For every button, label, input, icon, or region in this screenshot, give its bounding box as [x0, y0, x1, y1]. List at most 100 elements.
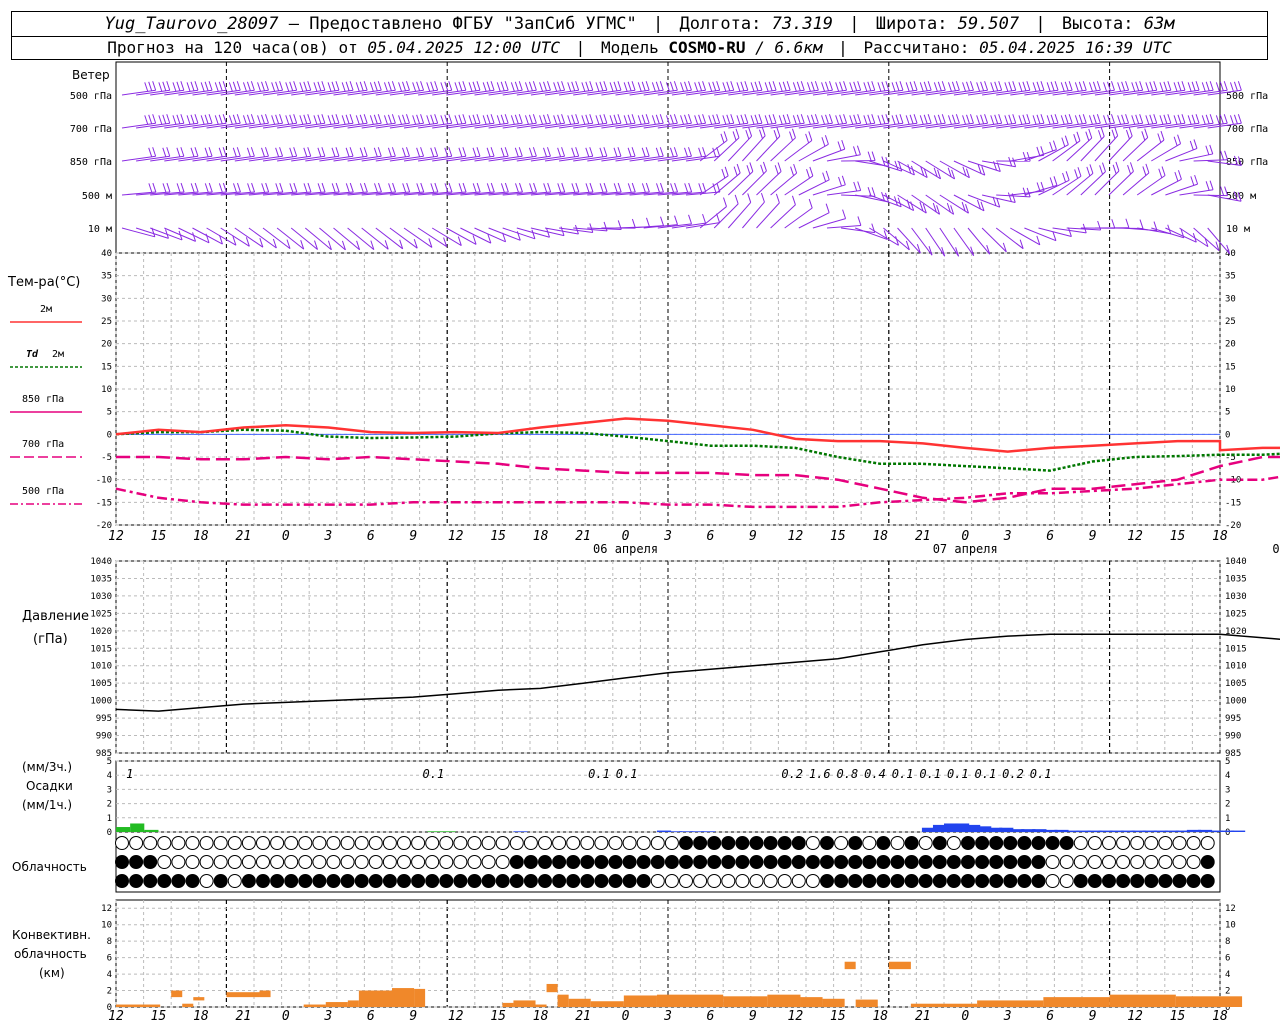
- wind-feather: [721, 168, 726, 179]
- wind-feather: [984, 81, 989, 91]
- wind-feather: [303, 147, 308, 157]
- wind-feather: [825, 203, 830, 213]
- wind-feather: [242, 82, 247, 92]
- wind-feather: [176, 147, 181, 157]
- convective-bar: [767, 994, 801, 1007]
- cloud-symbol: [989, 874, 1004, 888]
- cloud-symbol: [298, 855, 313, 869]
- wind-feather: [673, 81, 678, 91]
- convective-bar: [513, 1000, 536, 1007]
- cloud-symbol: [735, 855, 750, 869]
- wind-feather: [645, 182, 650, 193]
- wind-feather: [764, 115, 769, 125]
- panel-frame-prec: [115, 760, 1221, 833]
- cloud-symbol: [453, 874, 468, 888]
- wind-feather: [1088, 82, 1093, 92]
- cloud-symbol: [749, 836, 764, 850]
- wind-feather: [736, 82, 741, 92]
- cloud-symbol: [481, 874, 496, 888]
- cloud-symbol: [227, 874, 242, 888]
- cloud-symbol: [425, 874, 440, 888]
- temp-xtick: 6: [707, 529, 715, 544]
- wind-feather: [514, 114, 519, 124]
- wind-feather: [762, 161, 767, 172]
- wind-feather: [264, 81, 269, 91]
- wind-feather: [1004, 115, 1009, 125]
- wind-feather: [1167, 114, 1172, 124]
- wind-feather: [1177, 134, 1182, 144]
- wind-feather: [476, 147, 481, 157]
- wind-feather: [148, 114, 153, 124]
- wind-feather: [627, 81, 632, 91]
- cloud-symbol: [284, 874, 299, 888]
- wind-barb: [262, 227, 291, 250]
- wind-feather: [251, 182, 256, 193]
- wind-feather: [791, 128, 796, 138]
- wind-feather: [702, 81, 707, 91]
- legend-text-t700: 700 гПа: [22, 439, 64, 450]
- wind-feather: [955, 81, 960, 91]
- wind-feather: [1194, 174, 1199, 185]
- wind-feather: [966, 114, 970, 124]
- wind-feather: [980, 114, 985, 124]
- wind-feather: [744, 81, 749, 91]
- wind-feather: [293, 114, 298, 124]
- wind-feather: [895, 81, 900, 91]
- wind-feather: [631, 182, 636, 193]
- wind-feather: [1064, 81, 1069, 91]
- wind-feather: [369, 115, 374, 125]
- cloud-symbol: [932, 855, 947, 869]
- wind-feather: [805, 133, 810, 144]
- cloud-symbol: [622, 874, 637, 888]
- wind-feather: [194, 81, 199, 91]
- cloud-symbol: [368, 874, 383, 888]
- wind-feather: [750, 115, 755, 125]
- wind-feather: [976, 115, 981, 125]
- temp-xtick: 9: [409, 529, 417, 544]
- cloud-symbol: [397, 855, 411, 869]
- wind-feather: [236, 114, 241, 124]
- wind-feather: [388, 183, 393, 193]
- cloud-symbol: [876, 855, 891, 869]
- cloud-symbol: [439, 874, 454, 888]
- wind-feather: [172, 115, 177, 125]
- cloud-symbol: [538, 836, 552, 850]
- wind-feather: [190, 114, 195, 124]
- wind-feather: [951, 114, 956, 124]
- wind-feather: [951, 81, 956, 91]
- wind-feather: [1040, 81, 1045, 91]
- wind-feather: [673, 147, 678, 157]
- wind-feather: [1008, 81, 1013, 91]
- wind-feather: [524, 115, 529, 125]
- wind-feather: [734, 194, 739, 205]
- cloud-symbol: [1031, 836, 1046, 850]
- wind-feather: [317, 81, 322, 91]
- wind-feather: [430, 183, 435, 193]
- convective-bar: [546, 983, 558, 993]
- wind-feather: [321, 147, 326, 157]
- wind-feather: [341, 115, 346, 125]
- wind-feather: [162, 183, 167, 193]
- wind-feather: [828, 81, 833, 91]
- convective-bar: [557, 994, 569, 1007]
- temp-ytick-right: 5: [1225, 408, 1230, 418]
- wind-feather: [571, 81, 576, 91]
- cloud-symbol: [397, 874, 411, 888]
- wind-feather: [825, 170, 830, 181]
- wind-feather: [1026, 81, 1031, 91]
- wind-feather: [405, 147, 410, 157]
- wind-feather: [476, 114, 481, 124]
- wind-feather: [472, 114, 477, 124]
- wind-feather: [271, 115, 276, 125]
- wind-feather: [148, 183, 153, 193]
- wind-feather: [1074, 82, 1079, 92]
- wind-feather: [514, 147, 519, 157]
- cloud-symbol: [918, 855, 933, 869]
- cloud-symbol: [890, 855, 905, 869]
- wind-feather: [702, 213, 707, 224]
- cloud-symbol: [411, 874, 426, 888]
- wind-feather: [374, 183, 378, 193]
- wind-feather: [246, 114, 251, 124]
- cloud-symbol: [495, 855, 510, 869]
- conv-xtick: 15: [830, 1009, 846, 1024]
